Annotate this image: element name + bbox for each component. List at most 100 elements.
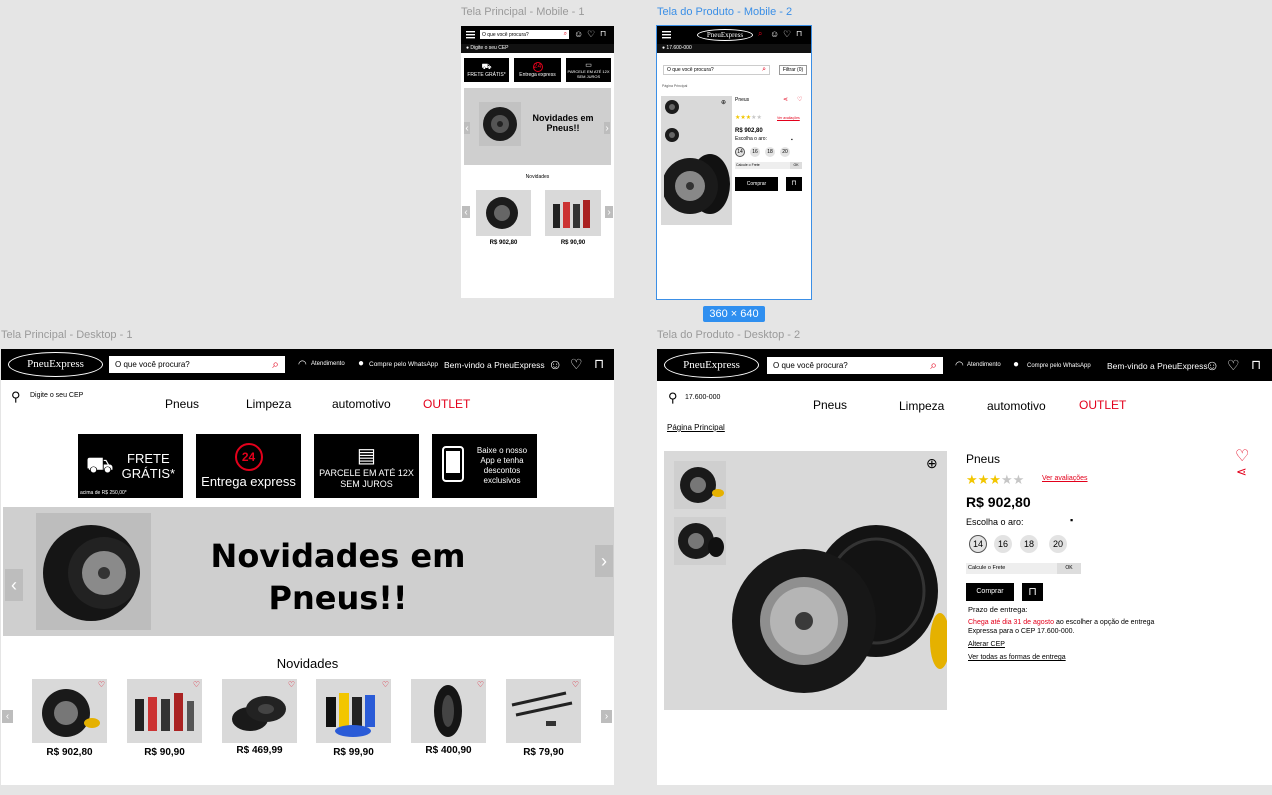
logo[interactable]: PneuExpress [697, 29, 753, 41]
aro-option[interactable]: 18 [1020, 535, 1038, 553]
whatsapp-link[interactable]: Compre pelo WhatsApp [1027, 363, 1091, 369]
favorite-heart-icon[interactable]: ♡ [382, 680, 389, 689]
banner-next-arrow[interactable]: › [595, 545, 613, 577]
cep-prompt[interactable]: Digite o seu CEP [30, 392, 83, 399]
product-image-kit-lavagem[interactable]: ♡ [316, 679, 391, 743]
bag-icon[interactable]: ⊓ [600, 29, 606, 38]
frete-input[interactable]: Calcule o Frete [966, 563, 1058, 574]
favorite-heart-icon[interactable]: ♡ [288, 680, 295, 689]
nav-limpeza[interactable]: Limpeza [899, 399, 944, 413]
novidades-next-arrow[interactable]: › [601, 710, 612, 723]
breadcrumb[interactable]: Página Principal [667, 423, 725, 432]
alterar-cep-link[interactable]: Alterar CEP [968, 641, 1005, 648]
mobile-banner[interactable]: Novidades em Pneus!! ‹ › [464, 88, 611, 165]
atendimento-link[interactable]: Atendimento [967, 362, 1001, 368]
frete-input[interactable]: Calcule o Frete [735, 162, 790, 169]
add-to-cart-icon[interactable]: ⊓ [786, 177, 802, 191]
favorite-heart-icon[interactable]: ♡ [477, 680, 484, 689]
banner-next-arrow[interactable]: › [604, 122, 610, 134]
aro-option[interactable]: 20 [1049, 535, 1067, 553]
heart-icon[interactable]: ♡ [570, 356, 583, 373]
aro-option[interactable]: 14 [735, 147, 745, 157]
product-image-pneus-empilhados[interactable]: ♡ [222, 679, 297, 743]
hero-banner[interactable]: Novidades em Pneus!! ‹ › [3, 507, 614, 636]
favorite-heart-icon[interactable]: ♡ [1235, 446, 1249, 466]
search-icon[interactable]: ⌕ [564, 31, 567, 38]
breadcrumb[interactable]: Página Principal [662, 84, 687, 88]
share-icon[interactable]: ⋖ [1236, 464, 1247, 480]
aro-option[interactable]: 20 [780, 147, 790, 157]
search-input[interactable]: O que você procura? ⌕ [480, 30, 569, 39]
menu-icon[interactable] [466, 30, 475, 39]
frame-mobile-home[interactable]: O que você procura? ⌕ ☺ ♡ ⊓ ● Digite o s… [461, 26, 614, 298]
nav-outlet[interactable]: OUTLET [423, 397, 470, 411]
product-image-palhetas[interactable]: ♡ [506, 679, 581, 743]
bag-icon[interactable]: ⊓ [594, 356, 604, 372]
search-input[interactable]: O que você procura? ⌕ [109, 356, 285, 373]
banner-prev-arrow[interactable]: ‹ [5, 569, 23, 601]
reviews-link[interactable]: Ver avaliações [777, 116, 800, 120]
thumbnail-1[interactable] [663, 98, 681, 116]
nav-limpeza[interactable]: Limpeza [246, 397, 291, 411]
frame-mobile-product[interactable]: PneuExpress ⌕ ☺ ♡ ⊓ ● 17.600-000 O que v… [656, 25, 812, 300]
product-image-pneu[interactable]: ♡ [32, 679, 107, 743]
novidades-next-arrow[interactable]: › [605, 206, 613, 218]
ver-formas-link[interactable]: Ver todas as formas de entrega [968, 654, 1066, 661]
aro-option[interactable]: 16 [994, 535, 1012, 553]
buy-button[interactable]: Comprar [735, 177, 778, 191]
nav-pneus[interactable]: Pneus [813, 398, 847, 412]
thumbnail-2[interactable] [663, 126, 681, 144]
thumbnail-1[interactable] [674, 461, 726, 509]
search-icon[interactable]: ⌕ [762, 66, 766, 74]
nav-pneus[interactable]: Pneus [165, 397, 199, 411]
atendimento-link[interactable]: Atendimento [311, 361, 345, 367]
add-to-cart-icon[interactable]: ⊓ [1022, 583, 1043, 601]
share-icon[interactable]: ⋖ [783, 96, 788, 103]
user-icon[interactable]: ☺ [770, 29, 779, 39]
nav-outlet[interactable]: OUTLET [1079, 398, 1126, 412]
nav-automotivo[interactable]: automotivo [987, 399, 1046, 413]
favorite-heart-icon[interactable]: ♡ [797, 96, 802, 103]
cep-bar[interactable]: ● Digite o seu CEP [461, 44, 614, 53]
zoom-icon[interactable]: ⊕ [926, 455, 938, 472]
product-image-limpeza[interactable]: ♡ [127, 679, 202, 743]
aro-option[interactable]: 18 [765, 147, 775, 157]
logo[interactable]: PneuExpress [8, 352, 103, 377]
search-icon[interactable]: ⌕ [758, 29, 762, 39]
search-icon[interactable]: ⌕ [272, 357, 279, 372]
novidades-prev-arrow[interactable]: ‹ [462, 206, 470, 218]
novidades-prev-arrow[interactable]: ‹ [2, 710, 13, 723]
heart-icon[interactable]: ♡ [783, 29, 791, 40]
banner-prev-arrow[interactable]: ‹ [464, 122, 470, 134]
product-image-limpeza[interactable] [545, 190, 601, 236]
bag-icon[interactable]: ⊓ [796, 29, 802, 38]
aro-option[interactable]: 14 [969, 535, 987, 553]
favorite-heart-icon[interactable]: ♡ [193, 680, 200, 689]
nav-automotivo[interactable]: automotivo [332, 397, 391, 411]
whatsapp-link[interactable]: Compre pelo WhatsApp [369, 361, 438, 368]
reviews-link[interactable]: Ver avaliações [1042, 475, 1088, 482]
user-icon[interactable]: ☺ [574, 29, 583, 39]
filter-button[interactable]: Filtrar (0) [779, 65, 807, 75]
user-icon[interactable]: ☺ [1205, 357, 1219, 373]
favorite-heart-icon[interactable]: ♡ [572, 680, 579, 689]
cep-bar[interactable]: ● 17.600-000 [657, 44, 811, 53]
thumbnail-2[interactable] [674, 517, 726, 565]
search-input[interactable]: O que você procura? ⌕ [663, 65, 770, 75]
heart-icon[interactable]: ♡ [587, 29, 595, 40]
menu-icon[interactable] [662, 30, 671, 39]
product-image-pneu-lateral[interactable]: ♡ [411, 679, 486, 743]
user-icon[interactable]: ☺ [548, 356, 562, 372]
aro-option[interactable]: 16 [750, 147, 760, 157]
frete-ok-button[interactable]: OK [790, 162, 802, 169]
heart-icon[interactable]: ♡ [1227, 357, 1240, 374]
cep-value[interactable]: 17.600-000 [685, 394, 720, 401]
frete-ok-button[interactable]: OK [1057, 563, 1081, 574]
product-image-pneu[interactable] [476, 190, 531, 236]
logo[interactable]: PneuExpress [664, 352, 759, 378]
buy-button[interactable]: Comprar [966, 583, 1014, 601]
zoom-icon[interactable]: ⊕ [721, 99, 726, 106]
frame-desktop-home[interactable]: PneuExpress O que você procura? ⌕ ◠ Aten… [1, 349, 614, 785]
frame-desktop-product[interactable]: PneuExpress O que você procura? ⌕ ◠ Aten… [657, 349, 1272, 785]
search-icon[interactable]: ⌕ [930, 358, 937, 373]
